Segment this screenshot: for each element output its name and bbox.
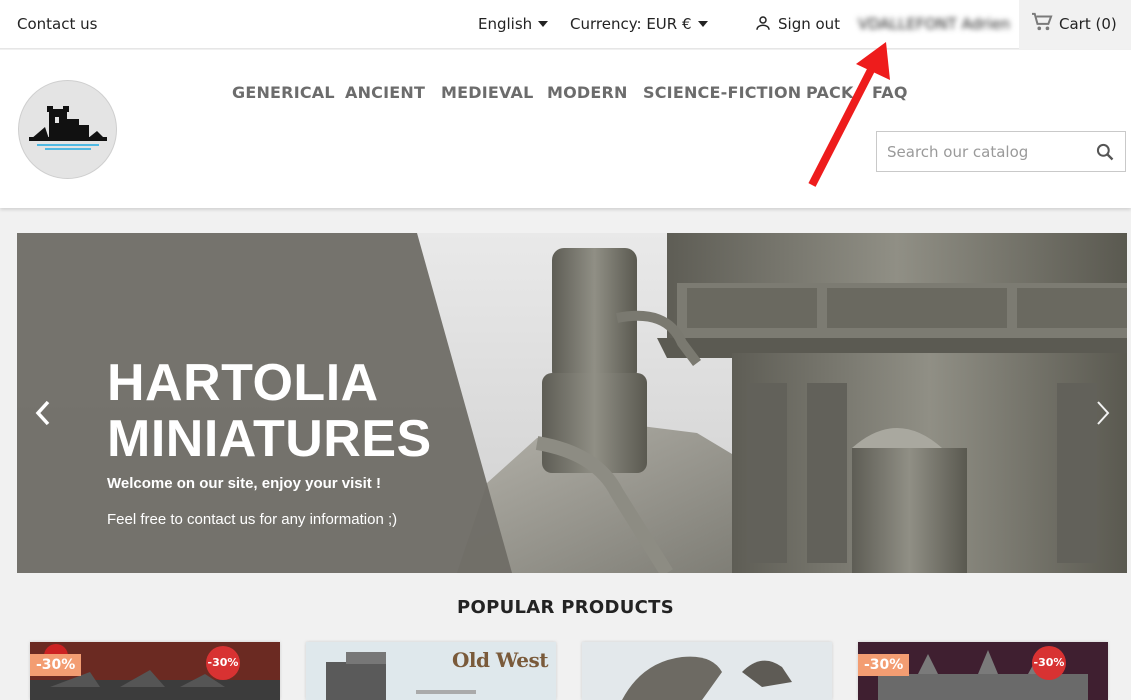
contact-us-link[interactable]: Contact us bbox=[17, 0, 97, 49]
search-input[interactable] bbox=[877, 132, 1087, 171]
annotation-arrow-icon bbox=[808, 42, 890, 187]
site-header: GENERICAL ANCIENT MEDIEVAL MODERN SCIENC… bbox=[0, 50, 1131, 208]
top-bar: Contact us English Currency: EUR € Sign … bbox=[0, 0, 1131, 49]
chevron-right-icon[interactable] bbox=[1095, 400, 1111, 426]
castle-logo-icon bbox=[29, 106, 107, 150]
product-title-text: Old West bbox=[451, 648, 549, 672]
product-card[interactable]: -30% -30% bbox=[858, 642, 1108, 700]
product-card[interactable]: -30% -30% bbox=[30, 642, 280, 700]
product-thumbnail bbox=[582, 642, 832, 700]
cart-link[interactable]: Cart (0) bbox=[1019, 0, 1131, 49]
search-box bbox=[876, 131, 1126, 172]
cart-label: Cart (0) bbox=[1059, 15, 1117, 33]
search-icon[interactable] bbox=[1095, 142, 1115, 162]
language-selector[interactable]: English bbox=[478, 0, 549, 49]
caret-down-icon bbox=[538, 21, 549, 27]
chevron-left-icon[interactable] bbox=[35, 400, 51, 426]
nav-item-modern[interactable]: MODERN bbox=[547, 83, 628, 102]
product-card[interactable] bbox=[582, 642, 832, 700]
hero-contact-text: Feel free to contact us for any informat… bbox=[107, 511, 398, 528]
language-value: English bbox=[478, 15, 533, 33]
sign-out-label: Sign out bbox=[778, 15, 841, 33]
nav-item-ancient[interactable]: ANCIENT bbox=[345, 83, 425, 102]
popular-products-title: POPULAR PRODUCTS bbox=[457, 597, 674, 618]
hero-title: HARTOLIA MINIATURES bbox=[107, 355, 432, 467]
caret-down-icon bbox=[697, 21, 708, 27]
cart-icon bbox=[1032, 12, 1053, 31]
currency-label: Currency: bbox=[570, 15, 642, 33]
hero-welcome-text: Welcome on our site, enjoy your visit ! bbox=[107, 475, 381, 492]
user-icon bbox=[756, 16, 770, 30]
discount-circle-badge: -30% bbox=[1032, 646, 1066, 680]
currency-selector[interactable]: Currency: EUR € bbox=[570, 0, 708, 49]
hero-title-line2: MINIATURES bbox=[107, 410, 432, 468]
product-card[interactable]: Old West bbox=[306, 642, 556, 700]
discount-badge: -30% bbox=[30, 654, 82, 676]
discount-badge: -30% bbox=[858, 654, 910, 676]
nav-item-science-fiction[interactable]: SCIENCE-FICTION bbox=[643, 83, 801, 102]
nav-item-generical[interactable]: GENERICAL bbox=[232, 83, 335, 102]
nav-item-medieval[interactable]: MEDIEVAL bbox=[441, 83, 534, 102]
hero-slider: HARTOLIA MINIATURES Welcome on our site,… bbox=[17, 233, 1127, 573]
site-logo[interactable] bbox=[18, 80, 117, 179]
discount-circle-badge: -30% bbox=[206, 646, 240, 680]
hero-title-line1: HARTOLIA bbox=[107, 354, 379, 412]
currency-value: EUR € bbox=[646, 15, 692, 33]
